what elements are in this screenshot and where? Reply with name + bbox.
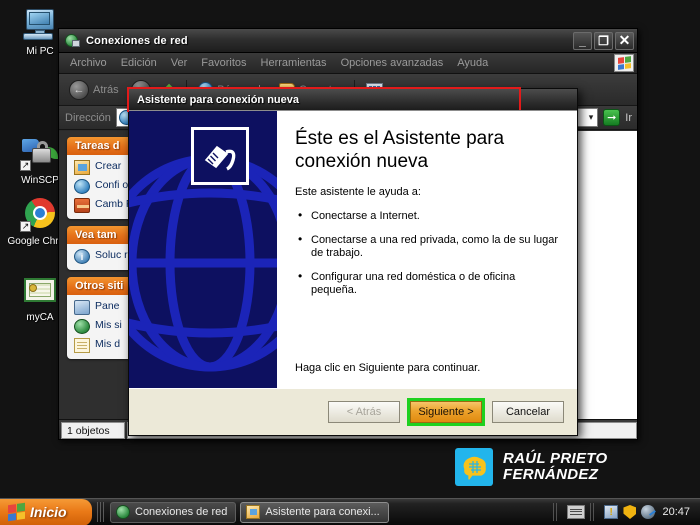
explorer-title: Conexiones de red: [86, 35, 573, 47]
menu-item-edicion[interactable]: Edición: [114, 55, 164, 71]
certificate-icon: [19, 272, 61, 310]
address-label: Dirección: [65, 112, 111, 124]
warning-icon[interactable]: [604, 505, 618, 519]
menu-item-archivo[interactable]: Archivo: [63, 55, 114, 71]
wizard-title-bar[interactable]: Asistente para conexión nueva: [129, 89, 577, 110]
clock[interactable]: 20:47: [660, 506, 694, 518]
windows-flag-icon: [614, 54, 634, 72]
configure-icon: [74, 179, 90, 194]
menu-item-ver[interactable]: Ver: [164, 55, 195, 71]
link-label: Pane: [95, 300, 120, 312]
menu-item-herramientas[interactable]: Herramientas: [254, 55, 334, 71]
taskbar: Inicio Conexiones de red Asistente para …: [0, 498, 700, 525]
menu-item-opciones-avanzadas[interactable]: Opciones avanzadas: [334, 55, 451, 71]
new-connection-icon: [74, 160, 90, 175]
shield-icon[interactable]: [623, 505, 636, 519]
network-places-icon: [74, 319, 90, 334]
wizard-bullet: Conectarse a una red privada, como la de…: [295, 234, 559, 260]
go-icon[interactable]: ➞: [603, 109, 620, 126]
info-icon: i: [74, 249, 90, 264]
wizard-footer-note: Haga clic en Siguiente para continuar.: [295, 362, 480, 374]
explorer-title-bar[interactable]: Conexiones de red _ ❐ ✕: [59, 29, 637, 53]
padlock-icon: ↗: [19, 135, 61, 173]
start-label: Inicio: [30, 504, 67, 520]
wizard-title: Asistente para conexión nueva: [137, 94, 299, 106]
status-object-count: 1 objetos: [61, 422, 125, 439]
back-label: Atrás: [93, 84, 119, 96]
close-button[interactable]: ✕: [615, 32, 634, 50]
watermark: RAÚL PRIETO FERNÁNDEZ: [455, 448, 607, 486]
menu-item-ayuda[interactable]: Ayuda: [450, 55, 495, 71]
chevron-down-icon[interactable]: ▾: [589, 112, 596, 123]
wizard-bullet-list: Conectarse a Internet. Conectarse a una …: [295, 210, 559, 297]
wizard-bullet: Conectarse a Internet.: [295, 210, 559, 223]
wizard-button-bar: < Atrás Siguiente > Cancelar: [129, 388, 577, 435]
explorer-menu-bar: Archivo Edición Ver Favoritos Herramient…: [59, 53, 637, 74]
wizard-text-area: Éste es el Asistente para conexión nueva…: [277, 111, 577, 388]
taskbar-item-asistente[interactable]: Asistente para conexi...: [240, 502, 388, 523]
system-tray: 20:47: [549, 499, 700, 525]
shortcut-arrow-icon: ↗: [20, 221, 31, 232]
network-cable-icon: [191, 127, 249, 185]
taskbar-item-label: Asistente para conexi...: [265, 506, 379, 518]
back-button[interactable]: ← Atrás: [65, 78, 123, 102]
wizard-bullet: Configurar una red doméstica o de oficin…: [295, 271, 559, 297]
desktop: Mi PC ↗ WinSCP ↗ Google Chrom myCA Conex…: [0, 0, 700, 525]
start-button[interactable]: Inicio: [0, 499, 92, 525]
next-button[interactable]: Siguiente >: [410, 401, 482, 423]
menu-item-favoritos[interactable]: Favoritos: [194, 55, 253, 71]
watermark-line-2: FERNÁNDEZ: [503, 467, 607, 483]
taskbar-grip[interactable]: [97, 502, 105, 522]
back-arrow-icon: ←: [69, 80, 89, 100]
wizard-subtitle: Este asistente le ayuda a:: [295, 186, 559, 198]
taskbar-item-label: Conexiones de red: [135, 506, 227, 518]
brain-circuit-icon: [455, 448, 493, 486]
back-button: < Atrás: [328, 401, 400, 423]
network-status-icon[interactable]: [641, 505, 655, 519]
chrome-icon: ↗: [19, 196, 61, 234]
link-label: Mis d: [95, 338, 120, 350]
firewall-icon: [74, 198, 90, 213]
windows-flag-icon: [8, 503, 25, 521]
watermark-line-1: RAÚL PRIETO: [503, 451, 607, 467]
tray-grip[interactable]: [590, 503, 596, 521]
tray-grip[interactable]: [553, 503, 559, 521]
task-label: Crear: [95, 160, 121, 172]
minimize-button[interactable]: _: [573, 32, 592, 50]
cancel-button[interactable]: Cancelar: [492, 401, 564, 423]
keyboard-icon[interactable]: [567, 505, 585, 519]
shortcut-arrow-icon: ↗: [20, 160, 31, 171]
link-label: Mis si: [95, 319, 122, 331]
control-panel-icon: [74, 300, 90, 315]
wizard-icon: [246, 505, 260, 519]
wizard-banner: [129, 111, 277, 388]
computer-icon: [19, 6, 61, 44]
maximize-button[interactable]: ❐: [594, 32, 613, 50]
documents-icon: [74, 338, 90, 353]
next-button-wrapper: Siguiente >: [407, 398, 485, 426]
taskbar-item-conexiones-de-red[interactable]: Conexiones de red: [110, 502, 236, 523]
network-globe-icon: [65, 33, 80, 48]
wizard-content: Éste es el Asistente para conexión nueva…: [129, 110, 577, 388]
wizard-heading: Éste es el Asistente para conexión nueva: [295, 127, 559, 173]
go-label[interactable]: Ir: [625, 112, 632, 124]
network-globe-icon: [116, 505, 130, 519]
new-connection-wizard-dialog: Asistente para conexión nueva: [128, 88, 578, 436]
watermark-text: RAÚL PRIETO FERNÁNDEZ: [503, 451, 607, 483]
